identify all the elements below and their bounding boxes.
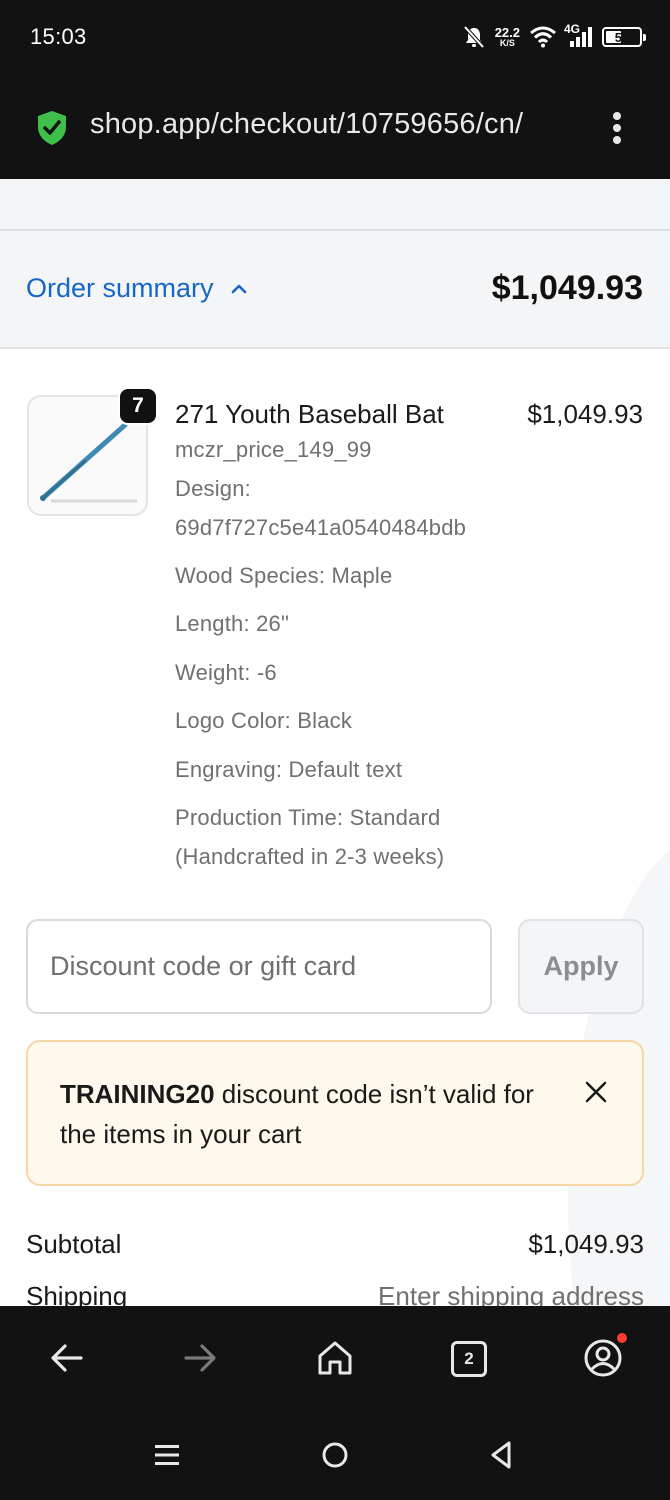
battery-level: 54	[614, 29, 630, 45]
home-icon[interactable]	[313, 1336, 357, 1380]
product-design-value: 69d7f727c5e41a0540484bdb	[175, 515, 467, 540]
browser-menu-icon[interactable]	[605, 110, 629, 146]
android-nav-bar	[0, 1410, 670, 1500]
product-engraving: Engraving: Default text	[175, 757, 403, 782]
product-length: Length: 26"	[175, 611, 289, 636]
browser-bottom-nav: 2	[0, 1306, 670, 1410]
order-summary-label: Order summary	[26, 273, 214, 303]
order-summary-toggle[interactable]: Order summary	[26, 273, 250, 304]
bell-off-icon	[463, 25, 485, 49]
status-icons: 22.2 K/S 4G 54	[463, 22, 646, 52]
wifi-icon	[530, 26, 556, 48]
forward-arrow-icon[interactable]	[178, 1336, 222, 1380]
product-production-time: Production Time: Standard	[175, 805, 441, 830]
url-text[interactable]: shop.app/checkout/10759656/cn/	[90, 108, 580, 141]
tabs-button[interactable]: 2	[451, 1341, 487, 1377]
network-speed: 22.2 K/S	[495, 26, 520, 48]
network-speed-unit: K/S	[499, 38, 515, 48]
product-wood-species: Wood Species: Maple	[175, 563, 393, 588]
screen: 15:03 22.2 K/S 4G 54 shop.app/checkout/1…	[0, 0, 670, 1500]
subtotal-label: Subtotal	[26, 1229, 122, 1259]
back-triangle-icon[interactable]	[487, 1439, 517, 1471]
discount-error-alert: TRAINING20 discount code isn’t valid for…	[26, 1040, 644, 1186]
product-production-time-note: (Handcrafted in 2-3 weeks)	[175, 844, 445, 869]
profile-icon[interactable]	[581, 1336, 625, 1380]
product-weight: Weight: -6	[175, 660, 277, 685]
discount-row: Apply	[0, 919, 670, 1015]
product-variant: mczr_price_149_99	[175, 437, 372, 462]
alert-discount-code: TRAINING20	[60, 1079, 215, 1109]
secure-shield-icon[interactable]	[36, 110, 68, 146]
subtotal-row: Subtotal $1,049.93	[26, 1229, 644, 1260]
network-type: 4G	[564, 22, 581, 36]
chevron-up-icon	[231, 284, 246, 293]
url-fade	[545, 102, 585, 150]
profile-notification-dot	[617, 1333, 627, 1343]
cellular-signal-icon: 4G	[564, 22, 592, 48]
status-time: 15:03	[30, 24, 87, 49]
product-logo-color: Logo Color: Black	[175, 708, 353, 733]
subtotal-value: $1,049.93	[528, 1229, 644, 1259]
product-design-label: Design:	[175, 476, 251, 501]
home-circle-icon[interactable]	[319, 1439, 351, 1471]
browser-url-bar: shop.app/checkout/10759656/cn/	[0, 76, 670, 179]
product-price: $1,049.93	[527, 399, 643, 429]
order-summary-total: $1,049.93	[491, 269, 643, 307]
apply-discount-button[interactable]: Apply	[518, 919, 644, 1014]
close-icon[interactable]	[584, 1080, 608, 1104]
quantity-badge: 7	[118, 387, 158, 425]
order-summary-bar[interactable]: Order summary $1,049.93	[0, 231, 670, 349]
recent-apps-icon[interactable]	[152, 1440, 182, 1470]
alert-message: TRAINING20 discount code isn’t valid for…	[60, 1074, 560, 1154]
status-bar: 15:03 22.2 K/S 4G 54	[0, 0, 670, 76]
battery-icon: 54	[602, 27, 646, 47]
product-name: 271 Youth Baseball Bat	[175, 399, 444, 429]
back-arrow-icon[interactable]	[45, 1336, 89, 1380]
checkout-header-band	[0, 179, 670, 231]
discount-code-input[interactable]	[26, 919, 492, 1014]
